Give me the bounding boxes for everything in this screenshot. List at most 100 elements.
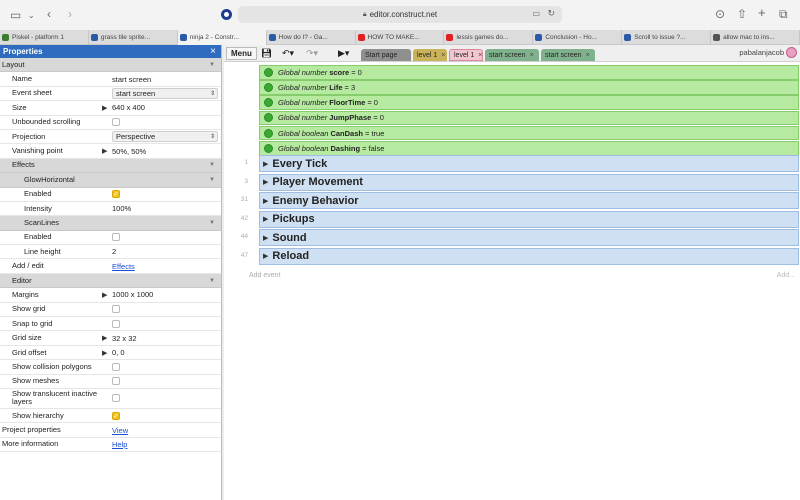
event-group[interactable]: ▶ Player Movement [259, 173, 799, 191]
collapse-chevron-icon[interactable]: ▼ [209, 278, 215, 284]
expand-group-icon[interactable]: ▶ [263, 234, 268, 242]
event-group[interactable]: ▶ Enemy Behavior [259, 192, 799, 209]
property-row: Line height 2 [0, 245, 221, 260]
expand-triangle-icon[interactable]: ▶ [102, 349, 107, 357]
editor-tab[interactable]: level 1 × [449, 49, 483, 61]
download-icon[interactable]: ⊙ [715, 8, 725, 20]
global-variable-row[interactable]: Global number score = 0 [259, 65, 799, 80]
property-value[interactable]: 0, 0 [112, 348, 125, 357]
site-favicon-icon[interactable] [221, 9, 232, 20]
event-group[interactable]: ▶ Sound [259, 229, 799, 246]
close-tab-icon[interactable]: × [586, 52, 590, 59]
global-variable-row[interactable]: Global boolean Dashing = false [259, 141, 799, 156]
property-category[interactable]: GlowHorizontal ▼ [0, 173, 221, 188]
browser-tab[interactable]: Conclusion - Ho... [533, 30, 623, 45]
property-value[interactable]: start screen [112, 75, 151, 84]
editor-tab[interactable]: start screen × [541, 49, 595, 61]
property-checkbox[interactable] [112, 305, 120, 314]
property-select[interactable]: start screen ⇕ [112, 87, 218, 99]
save-icon[interactable]: 💾︎ [261, 48, 272, 58]
property-checkbox[interactable] [112, 377, 120, 386]
property-link[interactable]: View [112, 426, 128, 435]
undo-icon[interactable]: ↶▾ [282, 48, 294, 58]
reload-icon[interactable]: ↻ [547, 8, 555, 19]
menu-button[interactable]: Menu [226, 47, 257, 60]
browser-tab[interactable]: How do I? - Ga... [267, 30, 356, 45]
property-row: More information Help [0, 438, 221, 453]
preview-play-icon[interactable]: ▶▾ [338, 48, 349, 58]
username[interactable]: pabalanjacob [739, 48, 784, 57]
new-tab-icon[interactable]: + [758, 6, 766, 19]
expand-group-icon[interactable]: ▶ [263, 160, 268, 168]
sidebar-toggle-icon[interactable]: ▭ [10, 9, 21, 21]
property-checkbox[interactable] [112, 319, 120, 328]
global-variable-row[interactable]: Global number Life = 3 [259, 80, 799, 95]
add-event-link[interactable]: Add event [249, 272, 281, 279]
property-category[interactable]: Layout ▼ [0, 58, 221, 73]
chevron-down-icon[interactable]: ⌄ [28, 10, 35, 22]
event-line-number: 47 [240, 251, 248, 259]
global-variable-row[interactable]: Global boolean CanDash = true [259, 125, 799, 141]
expand-triangle-icon[interactable]: ▶ [102, 291, 107, 299]
property-category[interactable]: Editor ▼ [0, 273, 221, 289]
expand-triangle-icon[interactable]: ▶ [102, 334, 107, 342]
browser-tab[interactable]: Piskel - platform 1 [0, 30, 89, 45]
forward-icon[interactable]: › [68, 8, 72, 20]
address-bar[interactable]: 🔒︎ editor.construct.net ▭ ↻ [238, 6, 562, 23]
event-group[interactable]: ▶ Pickups [259, 210, 799, 228]
share-icon[interactable]: ⇧ [737, 8, 747, 20]
collapse-chevron-icon[interactable]: ▼ [209, 62, 215, 68]
global-variable-icon [264, 113, 273, 123]
expand-group-icon[interactable]: ▶ [263, 215, 268, 223]
collapse-chevron-icon[interactable]: ▼ [209, 162, 215, 168]
browser-tab[interactable]: grass tile sprite... [89, 30, 178, 45]
property-value[interactable]: 50%, 50% [112, 147, 146, 156]
editor-tab[interactable]: level 1 × [413, 49, 447, 61]
property-category[interactable]: Effects ▼ [0, 158, 221, 174]
property-checkbox[interactable] [112, 233, 120, 242]
close-tab-icon[interactable]: × [478, 52, 482, 59]
property-checkbox[interactable] [112, 394, 120, 403]
add-menu-link[interactable]: Add... [777, 272, 795, 279]
property-checkbox[interactable]: ✓ [112, 411, 120, 420]
property-category[interactable]: ScanLines ▼ [0, 216, 221, 231]
property-value[interactable]: 32 x 32 [112, 334, 137, 343]
property-value[interactable]: 100% [112, 204, 131, 213]
expand-group-icon[interactable]: ▶ [263, 252, 268, 260]
property-value[interactable]: 1000 x 1000 [112, 290, 153, 299]
browser-tab[interactable]: Scroll to issue ?... [622, 30, 712, 45]
property-value[interactable]: 2 [112, 247, 116, 256]
expand-triangle-icon[interactable]: ▶ [102, 147, 107, 155]
browser-tab[interactable]: lessis games do... [444, 30, 534, 45]
property-select[interactable]: Perspective ⇕ [112, 131, 218, 143]
browser-tab[interactable]: allow mac to ins... [711, 30, 800, 45]
global-variable-row[interactable]: Global number JumpPhase = 0 [259, 110, 799, 126]
editor-tab[interactable]: start screen × [485, 49, 539, 61]
property-checkbox[interactable]: ✓ [112, 190, 120, 199]
expand-group-icon[interactable]: ▶ [263, 178, 268, 186]
property-checkbox[interactable] [112, 118, 120, 127]
redo-icon[interactable]: ↷▾ [306, 48, 318, 58]
browser-tab[interactable]: HOW TO MAKE... [356, 30, 445, 45]
property-checkbox[interactable] [112, 362, 120, 371]
editor-tab[interactable]: Start page [361, 49, 411, 61]
expand-triangle-icon[interactable]: ▶ [102, 104, 107, 112]
close-tab-icon[interactable]: × [530, 52, 534, 59]
event-group[interactable]: ▶ Every Tick [259, 155, 799, 172]
event-line-number: 3 [244, 177, 248, 185]
property-link[interactable]: Effects [112, 262, 135, 271]
global-variable-row[interactable]: Global number FloorTime = 0 [259, 95, 799, 110]
expand-group-icon[interactable]: ▶ [263, 197, 268, 205]
back-icon[interactable]: ‹ [47, 8, 51, 20]
property-link[interactable]: Help [112, 440, 127, 449]
event-group[interactable]: ▶ Reload [259, 247, 799, 265]
avatar[interactable] [786, 47, 797, 58]
tab-overview-icon[interactable]: ⧉ [779, 8, 788, 20]
close-icon[interactable]: × [210, 45, 216, 58]
collapse-chevron-icon[interactable]: ▼ [209, 177, 215, 183]
close-tab-icon[interactable]: × [441, 52, 445, 59]
collapse-chevron-icon[interactable]: ▼ [209, 220, 215, 226]
property-value[interactable]: 640 x 400 [112, 103, 145, 112]
browser-tab[interactable]: ninja 2 - Constr... [177, 30, 267, 45]
reader-icon[interactable]: ▭ [532, 9, 540, 18]
